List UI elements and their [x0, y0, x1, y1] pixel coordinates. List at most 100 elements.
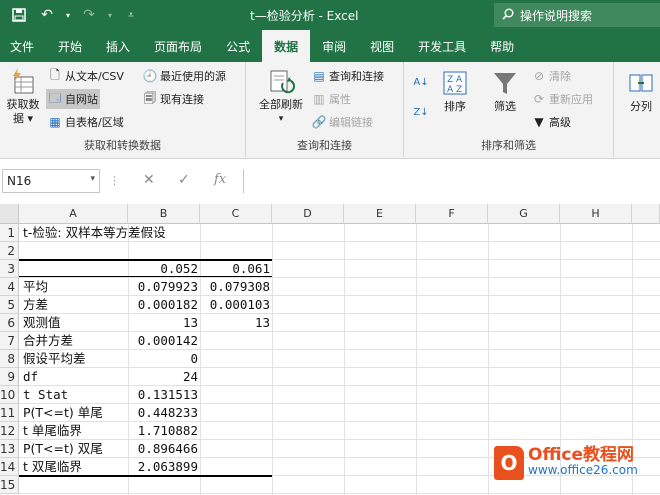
tab-review[interactable]: 审阅 — [310, 30, 358, 62]
insert-function-icon[interactable]: fx — [214, 172, 226, 187]
row-header-3[interactable]: 3 — [0, 260, 19, 278]
existing-connections-button[interactable]: 🗐 现有连接 — [141, 89, 206, 109]
row-header-5[interactable]: 5 — [0, 296, 19, 314]
column-header-d[interactable]: D — [272, 204, 344, 224]
reapply-button[interactable]: ⟳ 重新应用 — [530, 89, 595, 109]
cell-value[interactable]: 0.079923 — [128, 278, 200, 296]
cell-value[interactable]: 0.000103 — [200, 296, 272, 314]
cell-value[interactable]: 0.000182 — [128, 296, 200, 314]
cell-value[interactable]: 0.000142 — [128, 332, 200, 350]
undo-dropdown-icon[interactable]: ▾ — [64, 4, 72, 26]
row-header-2[interactable]: 2 — [0, 242, 19, 260]
cell-a1-title[interactable]: t-检验: 双样本等方差假设 — [23, 224, 166, 242]
undo-icon[interactable]: ↶ — [36, 4, 58, 26]
cell-label[interactable]: df — [23, 368, 38, 386]
row-header-8[interactable]: 8 — [0, 350, 19, 368]
sort-ascending-button[interactable]: A↓ — [412, 72, 430, 92]
cell-value[interactable]: 13 — [200, 314, 272, 332]
cell-label[interactable]: t Stat — [23, 386, 68, 404]
row-header-9[interactable]: 9 — [0, 368, 19, 386]
cancel-icon[interactable]: ✕ — [143, 172, 155, 188]
cell-value[interactable]: 0.896466 — [128, 440, 200, 458]
tab-insert[interactable]: 插入 — [94, 30, 142, 62]
row-header-1[interactable]: 1 — [0, 224, 19, 242]
row-header-15[interactable]: 15 — [0, 476, 19, 494]
row-header-13[interactable]: 13 — [0, 440, 19, 458]
from-table-button[interactable]: ▦ 自表格/区域 — [46, 112, 126, 132]
formula-bar-grip-icon[interactable]: ⋮ — [109, 174, 120, 187]
redo-dropdown-icon[interactable]: ▾ — [106, 4, 114, 26]
tab-page-layout[interactable]: 页面布局 — [142, 30, 214, 62]
tab-file[interactable]: 文件 — [0, 30, 46, 62]
get-data-label-2: 据 ▾ — [12, 112, 34, 125]
edit-links-button[interactable]: 🔗 编辑链接 — [310, 112, 375, 132]
cell-label[interactable]: 假设平均差 — [23, 350, 86, 368]
column-header-e[interactable]: E — [344, 204, 416, 224]
cell-value[interactable]: 2.063899 — [128, 458, 200, 476]
cell-label[interactable]: t 单尾临界 — [23, 422, 82, 440]
customize-qat-icon[interactable]: ⩡ — [120, 4, 142, 26]
text-to-columns-button[interactable]: 分列 — [624, 68, 658, 114]
cell-label[interactable]: P(T<=t) 双尾 — [23, 440, 103, 458]
cell-label[interactable]: P(T<=t) 单尾 — [23, 404, 103, 422]
cell-value[interactable]: 0.131513 — [128, 386, 200, 404]
row-header-10[interactable]: 10 — [0, 386, 19, 404]
sort-descending-button[interactable]: Z↓ — [412, 102, 430, 122]
redo-icon[interactable]: ↷ — [78, 4, 100, 26]
tab-formulas[interactable]: 公式 — [214, 30, 262, 62]
cell-label[interactable]: 观测值 — [23, 314, 61, 332]
get-data-button[interactable]: 获取数 据 ▾ — [2, 66, 44, 126]
row-header-14[interactable]: 14 — [0, 458, 19, 476]
tell-me-search[interactable]: 操作说明搜索 — [494, 3, 660, 27]
advanced-button[interactable]: ▼ 高级 — [530, 112, 573, 132]
name-box-dropdown-icon[interactable]: ▾ — [90, 174, 95, 184]
tab-view[interactable]: 视图 — [358, 30, 406, 62]
column-header-a[interactable]: A — [19, 204, 128, 224]
cell-label[interactable]: 平均 — [23, 278, 48, 296]
cell-b3[interactable]: 0.052 — [128, 260, 200, 278]
cell-label[interactable]: t 双尾临界 — [23, 458, 82, 476]
queries-connections-icon: ▤ — [313, 69, 325, 83]
save-icon[interactable] — [8, 4, 30, 26]
filter-button[interactable]: 筛选 — [488, 68, 522, 114]
properties-button[interactable]: ▥ 属性 — [310, 89, 353, 109]
tab-help[interactable]: 帮助 — [478, 30, 526, 62]
from-web-button[interactable]: 🗔 自网站 — [46, 89, 100, 109]
formula-input[interactable] — [243, 169, 660, 193]
tab-data[interactable]: 数据 — [262, 30, 311, 62]
row-header-7[interactable]: 7 — [0, 332, 19, 350]
cell-value[interactable]: 1.710882 — [128, 422, 200, 440]
column-header-b[interactable]: B — [128, 204, 200, 224]
row-header-6[interactable]: 6 — [0, 314, 19, 332]
gridline — [19, 493, 660, 494]
from-text-csv-button[interactable]: 🗋 从文本/CSV — [46, 66, 126, 86]
row-header-4[interactable]: 4 — [0, 278, 19, 296]
cell-value[interactable]: 0 — [128, 350, 200, 368]
sort-button[interactable]: Z AA Z 排序 — [438, 68, 472, 114]
reapply-icon: ⟳ — [533, 92, 545, 106]
watermark-line1: Office教程网 — [528, 445, 635, 465]
cell-value[interactable]: 0.448233 — [128, 404, 200, 422]
column-header-c[interactable]: C — [200, 204, 272, 224]
row-header-12[interactable]: 12 — [0, 422, 19, 440]
column-header-i[interactable] — [632, 204, 660, 224]
tab-developer[interactable]: 开发工具 — [406, 30, 478, 62]
column-header-f[interactable]: F — [416, 204, 488, 224]
row-header-11[interactable]: 11 — [0, 404, 19, 422]
cell-label[interactable]: 方差 — [23, 296, 48, 314]
cell-c3[interactable]: 0.061 — [200, 260, 272, 278]
refresh-all-button[interactable]: 全部刷新 ▾ — [254, 66, 308, 126]
recent-sources-button[interactable]: 🕘 最近使用的源 — [141, 66, 228, 86]
tab-home[interactable]: 开始 — [46, 30, 94, 62]
queries-connections-button[interactable]: ▤ 查询和连接 — [310, 66, 386, 86]
column-header-g[interactable]: G — [488, 204, 560, 224]
column-header-h[interactable]: H — [560, 204, 632, 224]
cell-value[interactable]: 13 — [128, 314, 200, 332]
cell-label[interactable]: 合并方差 — [23, 332, 73, 350]
name-box[interactable]: N16 ▾ — [2, 169, 100, 193]
cell-value[interactable]: 24 — [128, 368, 200, 386]
cell-value[interactable]: 0.079308 — [200, 278, 272, 296]
clear-button[interactable]: ⊘ 清除 — [530, 66, 573, 86]
enter-icon[interactable]: ✓ — [178, 172, 190, 188]
select-all-corner[interactable] — [0, 204, 19, 224]
